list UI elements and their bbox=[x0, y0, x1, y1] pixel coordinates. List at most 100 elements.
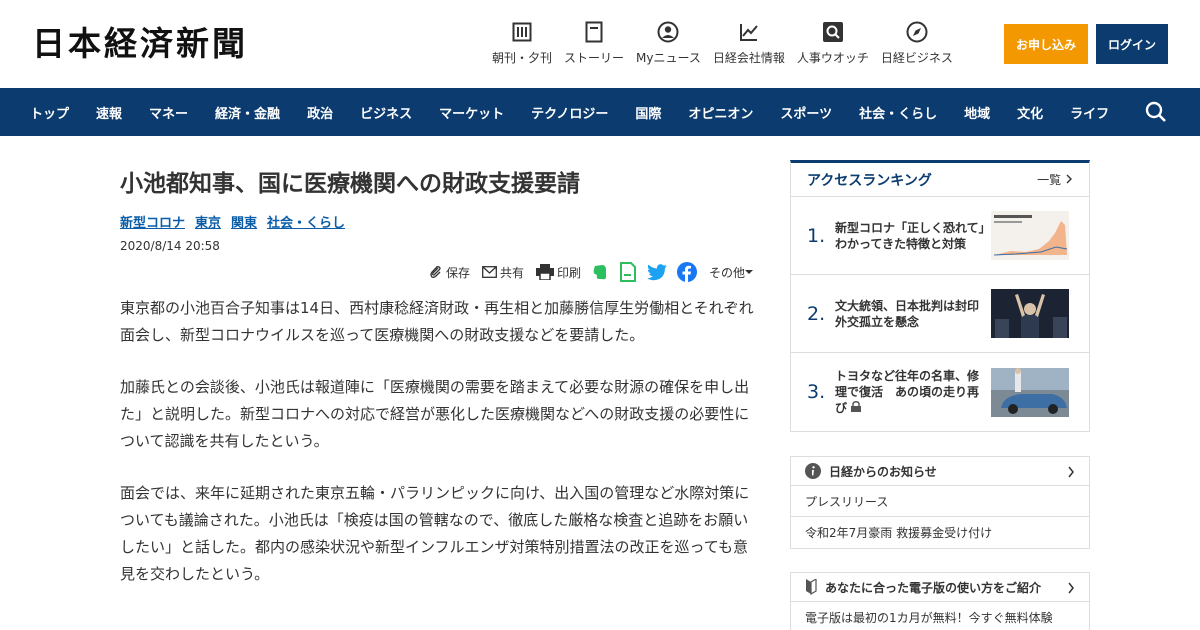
nav-item-international[interactable]: 国際 bbox=[635, 103, 661, 122]
facebook-icon[interactable] bbox=[676, 262, 697, 282]
login-button[interactable]: ログイン bbox=[1096, 24, 1168, 64]
nav-item-society[interactable]: 社会・くらし bbox=[859, 103, 937, 122]
share-bar: 保存 共有 印刷 その他 bbox=[120, 261, 756, 283]
article-paragraph: 加藤氏との会談後、小池氏は報道陣に「医療機関の需要を踏まえて必要な財源の確保を申… bbox=[120, 378, 750, 450]
util-item-jinji[interactable]: 人事ウオッチ bbox=[797, 20, 869, 66]
story-icon bbox=[582, 20, 606, 44]
ranking-header: アクセスランキング 一覧 bbox=[791, 163, 1089, 197]
nav-item-culture[interactable]: 文化 bbox=[1017, 103, 1043, 122]
nav-item-region[interactable]: 地域 bbox=[964, 103, 990, 122]
share-button[interactable]: 共有 bbox=[482, 264, 524, 281]
ranking-item[interactable]: 2. 文大統領、日本批判は封印 外交孤立を懸念 bbox=[791, 275, 1089, 353]
nav-search-icon[interactable] bbox=[1144, 100, 1168, 124]
rank-number: 2. bbox=[807, 302, 826, 325]
chevron-right-icon bbox=[1068, 582, 1074, 594]
tag-link[interactable]: 東京 bbox=[195, 212, 221, 231]
guide-header[interactable]: あなたに合った電子版の使い方をご紹介 bbox=[791, 573, 1089, 602]
search-icon bbox=[821, 20, 845, 44]
tag-link[interactable]: 社会・くらし bbox=[267, 212, 345, 231]
nikkei-notice: 日経からのお知らせ プレスリリース 令和2年7月豪雨 救援募金受け付け bbox=[790, 456, 1090, 549]
article-title: 小池都知事、国に医療機関への財政支援要請 bbox=[120, 171, 580, 197]
notice-header[interactable]: 日経からのお知らせ bbox=[791, 457, 1089, 486]
evernote-icon[interactable] bbox=[591, 263, 609, 281]
tag-link[interactable]: 関東 bbox=[231, 212, 257, 231]
util-label: 日経会社情報 bbox=[712, 51, 785, 65]
lock-icon bbox=[851, 401, 862, 412]
ranking-item[interactable]: 1. 新型コロナ「正しく恐れて」 わかってきた特徴と対策 bbox=[791, 197, 1089, 275]
main-nav: トップ 速報 マネー 経済・金融 政治 ビジネス マーケット テクノロジー 国際… bbox=[0, 88, 1200, 136]
article-paragraph: 東京都の小池百合子知事は14日、西村康稔経済財政・再生相と加藤勝信厚生労働相とそ… bbox=[120, 299, 754, 344]
guide-heading: あなたに合った電子版の使い方をご紹介 bbox=[825, 580, 1042, 595]
nav-item-sports[interactable]: スポーツ bbox=[780, 103, 832, 122]
site-logo[interactable]: 日本経済新聞 bbox=[32, 24, 248, 64]
rank-title: トヨタなど往年の名車、修理で復活 あの頃の走り再び bbox=[835, 368, 985, 416]
util-label: 日経ビジネス bbox=[880, 51, 953, 65]
article-tags: 新型コロナ 東京 関東 社会・くらし bbox=[120, 212, 756, 231]
ranking-more-link[interactable]: 一覧 bbox=[1037, 171, 1073, 188]
nav-item-sokuho[interactable]: 速報 bbox=[96, 103, 122, 122]
caret-down-icon bbox=[745, 270, 753, 274]
util-label: 人事ウオッチ bbox=[796, 51, 869, 65]
util-item-mynews[interactable]: Myニュース bbox=[636, 20, 701, 66]
mail-icon bbox=[482, 266, 497, 278]
ranking-heading: アクセスランキング bbox=[807, 172, 932, 189]
print-button[interactable]: 印刷 bbox=[535, 264, 581, 281]
chevron-right-icon bbox=[1066, 174, 1072, 184]
twitter-icon[interactable] bbox=[646, 263, 667, 281]
beginner-mark-icon bbox=[806, 579, 817, 595]
apply-button[interactable]: お申し込み bbox=[1004, 24, 1088, 64]
save-label: 保存 bbox=[445, 265, 470, 280]
nav-item-money[interactable]: マネー bbox=[149, 103, 188, 122]
nav-item-technology[interactable]: テクノロジー bbox=[531, 103, 608, 122]
tag-link[interactable]: 新型コロナ bbox=[120, 212, 185, 231]
rank-thumbnail-photo bbox=[991, 367, 1069, 417]
print-label: 印刷 bbox=[556, 265, 581, 280]
notice-row[interactable]: 令和2年7月豪雨 救援募金受け付け bbox=[791, 517, 1089, 548]
nav-item-market[interactable]: マーケット bbox=[439, 103, 504, 122]
util-label: 朝刊・夕刊 bbox=[492, 51, 553, 65]
nav-item-business[interactable]: ビジネス bbox=[360, 103, 412, 122]
ranking-more-label: 一覧 bbox=[1037, 173, 1062, 187]
rank-title: 新型コロナ「正しく恐れて」 わかってきた特徴と対策 bbox=[835, 220, 997, 251]
user-icon bbox=[656, 20, 680, 44]
rank-thumbnail-chart bbox=[991, 211, 1069, 260]
nav-item-top[interactable]: トップ bbox=[30, 103, 69, 122]
article-date: 2020/8/14 20:58 bbox=[120, 239, 220, 253]
util-item-business[interactable]: 日経ビジネス bbox=[881, 20, 953, 66]
guide-row[interactable]: 電子版は最初の1カ月が無料！今すぐ無料体験 bbox=[791, 602, 1089, 630]
notice-heading: 日経からのお知らせ bbox=[829, 464, 937, 479]
util-label: ストーリー bbox=[564, 51, 625, 65]
utility-nav: 朝刊・夕刊 ストーリー Myニュース 日経会社情報 人事ウオッチ 日経ビジネス bbox=[492, 20, 965, 66]
save-button[interactable]: 保存 bbox=[429, 264, 470, 281]
clip-note-icon[interactable] bbox=[619, 262, 637, 282]
article: 小池都知事、国に医療機関への財政支援要請 新型コロナ 東京 関東 社会・くらし … bbox=[120, 160, 756, 613]
printer-icon bbox=[535, 264, 554, 280]
nav-item-economy[interactable]: 経済・金融 bbox=[215, 103, 280, 122]
util-label: Myニュース bbox=[636, 51, 701, 65]
nav-item-opinion[interactable]: オピニオン bbox=[688, 103, 753, 122]
digital-guide: あなたに合った電子版の使い方をご紹介 電子版は最初の1カ月が無料！今すぐ無料体験 bbox=[790, 572, 1090, 630]
notice-row[interactable]: プレスリリース bbox=[791, 486, 1089, 517]
chevron-right-icon bbox=[1068, 466, 1074, 478]
rank-thumbnail-photo bbox=[991, 289, 1069, 338]
share-label: 共有 bbox=[499, 265, 524, 280]
article-body: 東京都の小池百合子知事は14日、西村康稔経済財政・再生相と加藤勝信厚生労働相とそ… bbox=[120, 295, 756, 588]
more-share-button[interactable]: その他 bbox=[709, 264, 756, 281]
util-item-company[interactable]: 日経会社情報 bbox=[713, 20, 785, 66]
newspaper-icon bbox=[510, 20, 534, 44]
access-ranking: アクセスランキング 一覧 1. 新型コロナ「正しく恐れて」 わかってきた特徴と対… bbox=[790, 160, 1090, 432]
util-item-newspaper[interactable]: 朝刊・夕刊 bbox=[492, 20, 552, 66]
rank-number: 3. bbox=[807, 381, 826, 403]
util-item-story[interactable]: ストーリー bbox=[564, 20, 624, 66]
chart-icon bbox=[737, 20, 761, 44]
site-header: 日本経済新聞 朝刊・夕刊 ストーリー Myニュース 日経会社情報 人事ウオッチ … bbox=[0, 0, 1200, 88]
ranking-item[interactable]: 3. トヨタなど往年の名車、修理で復活 あの頃の走り再び bbox=[791, 353, 1089, 431]
clip-icon bbox=[430, 266, 441, 278]
nav-item-politics[interactable]: 政治 bbox=[307, 103, 333, 122]
nav-item-life[interactable]: ライフ bbox=[1070, 103, 1109, 122]
rank-number: 1. bbox=[807, 224, 826, 247]
more-label: その他 bbox=[708, 265, 745, 280]
rank-title: 文大統領、日本批判は封印 外交孤立を懸念 bbox=[835, 298, 992, 329]
compass-icon bbox=[905, 20, 929, 44]
main-nav-list: トップ 速報 マネー 経済・金融 政治 ビジネス マーケット テクノロジー 国際… bbox=[0, 88, 1136, 136]
